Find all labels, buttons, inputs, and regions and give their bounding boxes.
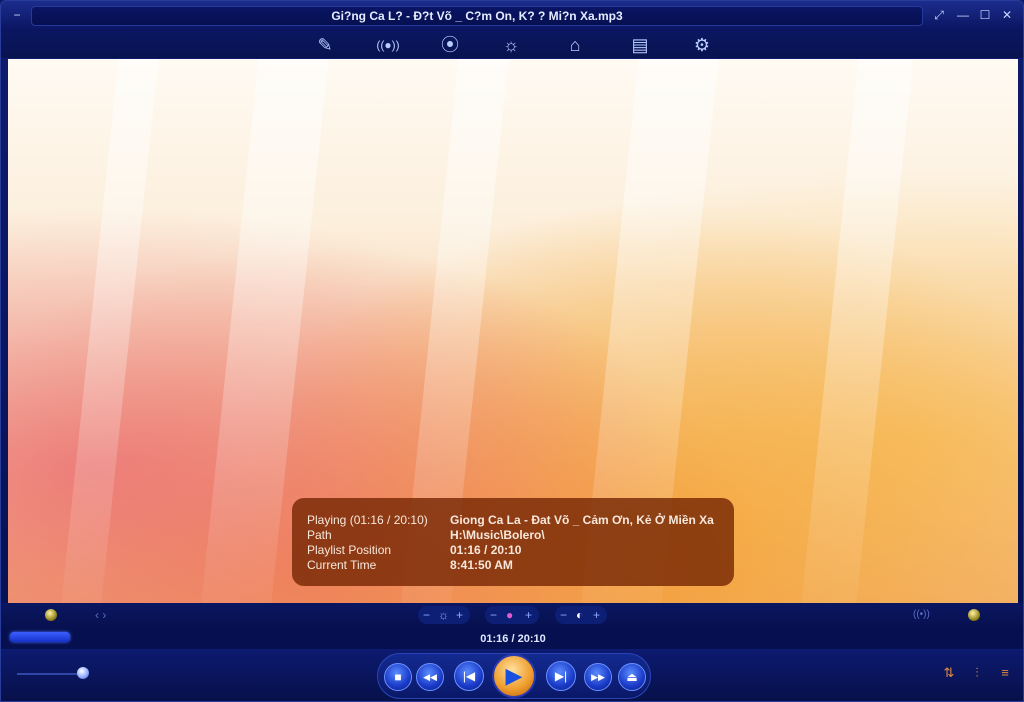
time-display: 01:16 / 20:10 [480,633,546,645]
color-wheel-icon: ● [506,608,514,622]
sort-icon[interactable]: ⇅ [939,663,959,683]
color-minus-button[interactable]: − [490,606,497,624]
info-overlay: Playing (01:16 / 20:10) Giong Ca La - Đa… [292,498,734,586]
video-controls-strip: ‹ › − ☼ + − ● + − ◐ + ((•)) [1,603,1023,627]
transport-controls: ■ ◀◀ |◀ ▶ ▶| ▶▶ ⏏ [377,653,651,699]
disc-icon[interactable] [45,609,57,621]
title-bar[interactable]: − Gi?ng Ca L? - Đ?t Võ _ C?m On, K? ? Mi… [1,1,1023,31]
close-icon[interactable]: ✕ [999,7,1015,23]
brightness-minus-button[interactable]: − [423,606,430,624]
contrast-control: − ◐ + [555,606,607,624]
osd-key: Current Time [307,558,377,572]
brush-icon[interactable]: ✎ [312,34,338,56]
light-streak [795,59,916,603]
disc-icon[interactable] [968,609,980,621]
audio-wave-icon[interactable]: ((●)) [369,34,407,56]
minimize-icon[interactable]: — [955,7,971,23]
playlist-icon[interactable]: ≡ [995,663,1015,683]
contrast-plus-button[interactable]: + [593,606,600,624]
fullscreen-icon[interactable]: ⤢ [931,7,947,23]
osd-key: Path [307,528,332,542]
osd-value: H:\Music\Bolero\ [450,528,545,542]
playlist-editor-icon[interactable]: ▤ [627,34,653,56]
contrast-icon: ◐ [576,608,584,622]
library-icon[interactable]: ⌂ [562,34,588,56]
osd-value: Giong Ca La - Đat Võ _ Cảm Ơn, Kẻ Ở Miền… [450,513,714,527]
gear-icon[interactable]: ⚙ [689,34,715,56]
aspect-arrows-icon[interactable]: ‹ › [95,607,106,623]
menu-icon[interactable]: − [9,7,25,23]
player-window: − Gi?ng Ca L? - Đ?t Võ _ C?m On, K? ? Mi… [0,0,1024,702]
title-field: Gi?ng Ca L? - Đ?t Võ _ C?m On, K? ? Mi?n… [31,6,923,26]
rewind-button[interactable]: ◀◀ [416,663,444,691]
previous-button[interactable]: |◀ [454,661,484,691]
osd-value: 8:41:50 AM [450,558,513,572]
color-control: − ● + [485,606,539,624]
stop-button[interactable]: ■ [384,663,412,691]
window-title: Gi?ng Ca L? - Đ?t Võ _ C?m On, K? ? Mi?n… [331,9,623,23]
color-plus-button[interactable]: + [525,606,532,624]
visualization-icon[interactable]: ⦿ [437,34,463,56]
equalizer-icon[interactable]: ⫶ [967,663,987,683]
light-streak [55,59,161,603]
video-area[interactable]: Playing (01:16 / 20:10) Giong Ca La - Đa… [8,59,1018,603]
forward-button[interactable]: ▶▶ [584,663,612,691]
bottom-bar: ■ ◀◀ |◀ ▶ ▶| ▶▶ ⏏ ⇅ ⫶ ≡ [1,649,1023,701]
toolbar: ✎ ((●)) ⦿ ☼ ⌂ ▤ ⚙ [1,31,1023,58]
seek-bar[interactable]: 01:16 / 20:10 [1,627,1023,649]
brightness-control: − ☼ + [418,606,470,624]
brightness-plus-button[interactable]: + [456,606,463,624]
brightness-icon: ☼ [438,608,449,622]
open-file-button[interactable]: ⏏ [618,663,646,691]
volume-slider-knob[interactable] [77,667,89,679]
volume-slider-track[interactable] [17,673,79,675]
contrast-minus-button[interactable]: − [560,606,567,624]
osd-value: 01:16 / 20:10 [450,543,522,557]
audio-wave-icon[interactable]: ((•)) [913,607,930,623]
maximize-icon[interactable]: ☐ [977,7,993,23]
osd-key: Playlist Position [307,543,392,557]
play-button[interactable]: ▶ [492,654,536,698]
osd-key: Playing (01:16 / 20:10) [307,513,428,527]
next-button[interactable]: ▶| [546,661,576,691]
effects-icon[interactable]: ☼ [498,34,524,56]
